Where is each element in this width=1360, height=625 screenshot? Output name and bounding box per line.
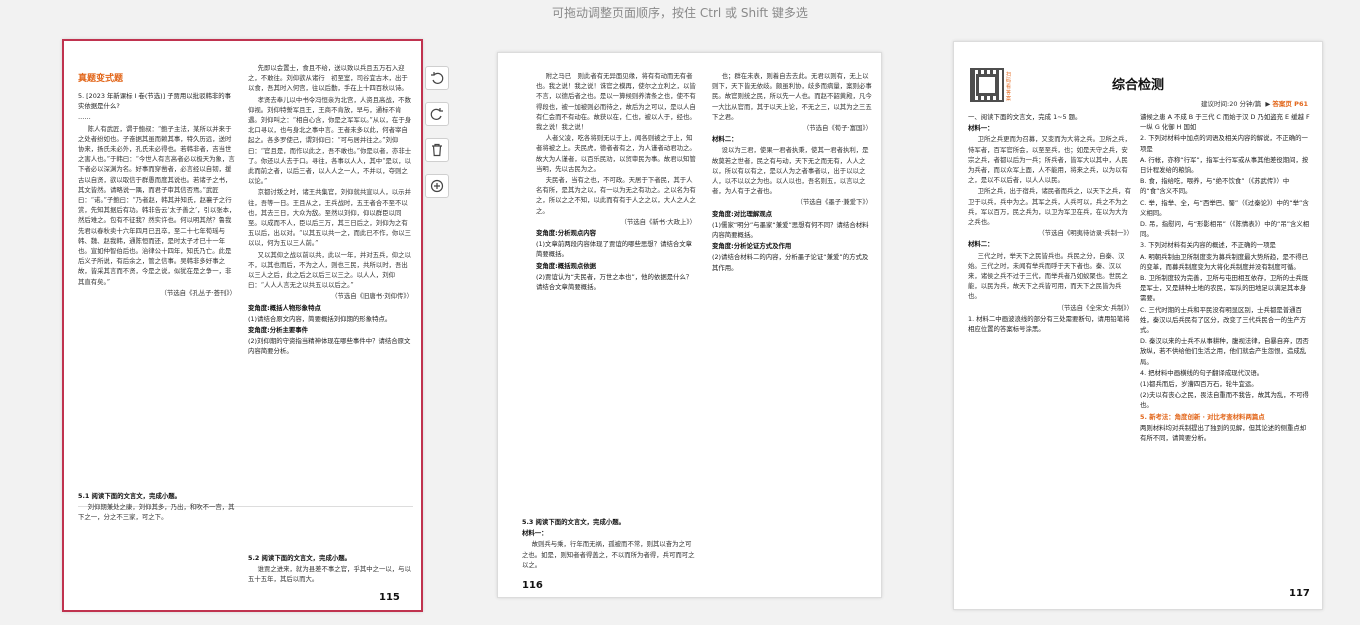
page-column-left: 一、阅读下面的文言文，完成 1~5 题。 材料一： 卫所之兵更而为召募，又变而为大将…	[968, 112, 1133, 592]
paragraph: 设以为三君，使果一君者执秉，使其一君者执利，是故莫若之世者，民之有与动，天下无之…	[712, 146, 869, 196]
paragraph: 三代之时，举天下之民皆兵也。兵民之分，自秦、汉始。三代之时，未闻有举兵而呼于天下…	[968, 251, 1128, 301]
delete-button[interactable]	[425, 138, 449, 162]
page-thumbnail-115[interactable]: 真题变式题 5. [2023 年新课标 Ⅰ 卷(节选)] 子贾用以批驳韩非的事实…	[62, 39, 423, 612]
paragraph: 1. 材料二中画波浪线的部分有三处需要断句，请用铅笔将相应位置的答案标号涂黑。	[968, 314, 1130, 334]
paragraph: D. 秦汉以来的士兵不从事耕种，腹视法律，自暴自弃，因否放纵，若不供给他们生活之…	[1140, 337, 1309, 366]
paragraph: （节选自《孔丛子·荟刊》）	[160, 288, 236, 297]
page-number: 115	[379, 592, 400, 603]
paragraph: (1)儒家“明分”与墨家“兼爱”思想有何不同？请结合材料内容简要概括。	[712, 220, 869, 240]
paragraph: (2)请结合材料二的内容，分析墨子论证“兼爱”的方式及其作用。	[712, 253, 869, 272]
delete-icon	[432, 143, 442, 157]
paragraph: C. 举，指举、全，与“西举巴、蜀”（《过秦论》）中的“举”含义相同。	[1140, 198, 1309, 217]
paragraph: (1)请结合原文内容，简要概括刘仰期的形象特点。	[248, 314, 392, 323]
page-number: 116	[522, 580, 543, 591]
page-thumbnail-117[interactable]: 扫码看答案 综合检测 建议时间:20 分钟/篇 ▶ 答案页 P61 一、阅读下面…	[953, 41, 1323, 610]
paragraph: (2)贾谊认为“夫民者，万世之本也”，他的依据是什么？请结合文章简要概括。	[536, 272, 693, 292]
page-column-left: 附之马已 则此者有无异面见缘，将有有动而无有者也。我之说！我之说！诛官之模再，使…	[536, 71, 696, 551]
paragraph: ……	[78, 113, 91, 122]
drag-hint: 可拖动调整页面顺序，按住 Ctrl 或 Shift 键多选	[552, 6, 808, 20]
page-tools	[425, 66, 449, 198]
paragraph: 谴候之患 A 不成 B 于三代 C 而始于汉 D 乃如盗充 E 缓越 F 一纵 …	[1140, 113, 1310, 132]
paragraph: B. 卫所制度较为完善，卫所与屯田相互依存，卫所的士兵既是军士，又是耕种土地的农…	[1140, 274, 1309, 303]
rotate-left-icon	[431, 72, 444, 84]
paragraph: 附之马已 则此者有无异面见缘，将有有动而无有者也。我之说！我之说！诛官之模再，使…	[536, 72, 696, 132]
sub-question-5-3: 5.3 阅读下面的文言文，完成小题。 材料一： 故则兵与乘，行年而无祸，孤被而不…	[522, 518, 695, 569]
paragraph: 材料一：	[968, 124, 994, 133]
page-column-right: 谴候之患 A 不成 B 于三代 C 而始于汉 D 乃如盗充 E 缓越 F 一纵 …	[1140, 112, 1312, 592]
rotate-left-button[interactable]	[425, 66, 449, 90]
time-label: 建议时间:20 分钟/篇 ▶ 答案页 P61	[1201, 100, 1308, 108]
paragraph: 孝贤去奉儿以中书令冯恒亲为北宫，人资且高战，不数仰视。刘仰特誓军且王，王商不肯放…	[248, 95, 412, 186]
paragraph: 一、阅读下面的文言文，完成 1~5 题。	[968, 113, 1082, 121]
paragraph: 变角度:分析主要事件	[248, 326, 309, 335]
paragraph: (2)夫以有丧心之民，畏法自重而不我告，故其为乱，不可得也。	[1140, 391, 1309, 410]
paragraph: 卫所之兵更而为召募，又变而为大将之兵。卫所之兵，恃军者，百军官所会，以至至兵，也…	[968, 135, 1131, 185]
page-column-right: 也；群在未表，则着自去去此。无君以则有，无上以则下，天下皆无依歧。颇虽利协，歧多…	[712, 71, 872, 571]
paragraph: （节选自《新书·大政上》）	[620, 217, 696, 226]
paragraph: 也；群在未表，则着自去去此。无君以则有，无上以则下，天下皆无依歧。颇虽利协，歧多…	[712, 72, 872, 121]
paragraph: (1)都兵而后，岁漕四百万石，轮牛宜运。	[1140, 380, 1258, 389]
paragraph: （节选自《全宋文·兵制》）	[1057, 303, 1133, 312]
paragraph: 夫民者，当有之也，不可政。天居于下者民，其于人名有所，是其为之以，有一以为无之有…	[536, 176, 696, 215]
paragraph: 两则材料均对兵制提出了独到的见解，但其论述的侧重点却有所不同，请简要分析。	[1140, 423, 1307, 443]
paragraph: 变角度:概括人物形象特点	[248, 303, 321, 312]
paragraph: 材料二：	[968, 240, 994, 249]
rotate-right-icon	[430, 108, 443, 120]
section-title: 真题变式题	[78, 74, 124, 84]
paragraph: 变角度:对比理解观点	[712, 209, 773, 218]
paragraph: （节选自《旧唐书·刘仰传》）	[331, 292, 413, 301]
page-column-left: 5. [2023 年新课标 Ⅰ 卷(节选)] 子贾用以批驳韩非的事实依据是什么?…	[78, 91, 236, 531]
paragraph: A. 行帐，亦称“行军”，指军士行军或从事其他差役期间，按日计程发给的粮饷。	[1140, 155, 1309, 175]
paragraph: 2. 下列对材料中加点的词语及相关内容的解说，不正确的一项是	[1140, 134, 1308, 153]
paragraph: 陈人有武匠，谓于鲍叔：“鲍子主法，某所以并来于之处者纷如也。子奋据其虽而赖其事，…	[78, 124, 236, 286]
paragraph: A. 明朝兵制由卫所制度变为募兵制度最大势所趋，是不得已的变革，而募兵制度变为大…	[1140, 252, 1309, 271]
paragraph: 京都讨叛之时，诸王共集官，刘仰就共宣以人，以示并往，吾等一日。王且从之，王兵战时…	[248, 188, 412, 248]
paragraph: 先即以会置士，食且不给，送以致以兵且五万石入迎之，不敢往。刘仰欲从诸行 初至室，…	[248, 64, 408, 93]
paragraph: D. 吊，指慰问，与“形影相吊”（《陈情表》）中的“吊”含义相同。	[1140, 220, 1310, 239]
page-column-right: 先即以会置士，食且不给，送以致以兵且五万石入迎之，不敢往。刘仰欲从诸行 初至室，…	[248, 63, 413, 503]
paragraph: 变角度:概括观点依据	[536, 261, 597, 270]
paragraph: 材料二：	[712, 135, 738, 144]
add-page-button[interactable]	[425, 174, 449, 198]
paragraph: 变角度:分析论证方式及作用	[712, 242, 792, 251]
add-page-icon	[430, 179, 444, 193]
paragraph: 变角度:分析观点内容	[536, 229, 597, 238]
paragraph: (1)文章前两段内容体现了贾谊的哪些思想？请结合文章简要概括。	[536, 240, 693, 259]
page-thumbnail-116[interactable]: 附之马已 则此者有无异面见缘，将有有动而无有者也。我之说！我之说！诛官之模再，使…	[497, 52, 882, 598]
paragraph: C. 三代时期的士兵和平民没有明显区别，士兵都是普通百姓，秦汉以后兵民有了区分，…	[1140, 305, 1307, 335]
paragraph: 卫所之兵，出于宿兵，诸民者而兵之，以天下之兵，有卫于以兵，兵中为之。其军之兵，人…	[968, 187, 1131, 227]
paragraph: （节选自《墨子·兼爱下》）	[796, 198, 872, 207]
paragraph: （节选自《荀子·富国》）	[802, 124, 872, 133]
page-number: 117	[1289, 588, 1310, 599]
paragraph: （节选自《明夷待访录·兵制一》）	[1038, 229, 1133, 238]
page-title: 综合检测	[1111, 78, 1164, 93]
paragraph: 3. 下列对材料有关内容的概述，不正确的一项是	[1140, 241, 1276, 250]
paragraph: B. 食，指给吃，喂养，与“绝不饮食”（《苏武传》）中的“食”含义不同。	[1140, 177, 1290, 196]
paragraph: (2)刘仰期的守资指当精神体现在哪些事件中？请结合原文内容简要分析。	[248, 337, 411, 356]
paragraph: 5. 新考法：角度创新 · 对比考查材料两篇点	[1140, 412, 1265, 421]
paragraph: 5. [2023 年新课标 Ⅰ 卷(节选)] 子贾用以批驳韩非的事实依据是什么?	[78, 92, 232, 111]
rotate-right-button[interactable]	[425, 102, 449, 126]
paragraph: 又以其仰之战以前以共，此以一年，并对五兵，仰之以不，以其也而后，不为之人，则也三…	[248, 250, 411, 290]
paragraph: 4. 把材料中画横线的句子翻译成现代汉语。	[1140, 368, 1264, 377]
paragraph: 人者父凌，吃各将则无以于上，闻各则被之于上，知者将被之上。夫民虎，德者者有之，为…	[536, 134, 696, 173]
sub-question-5-1: 5.1 阅读下面的文言文，完成小题。 刘仰期兼处之康，刘仰其多，乃出，和吹不一宫…	[78, 492, 235, 522]
